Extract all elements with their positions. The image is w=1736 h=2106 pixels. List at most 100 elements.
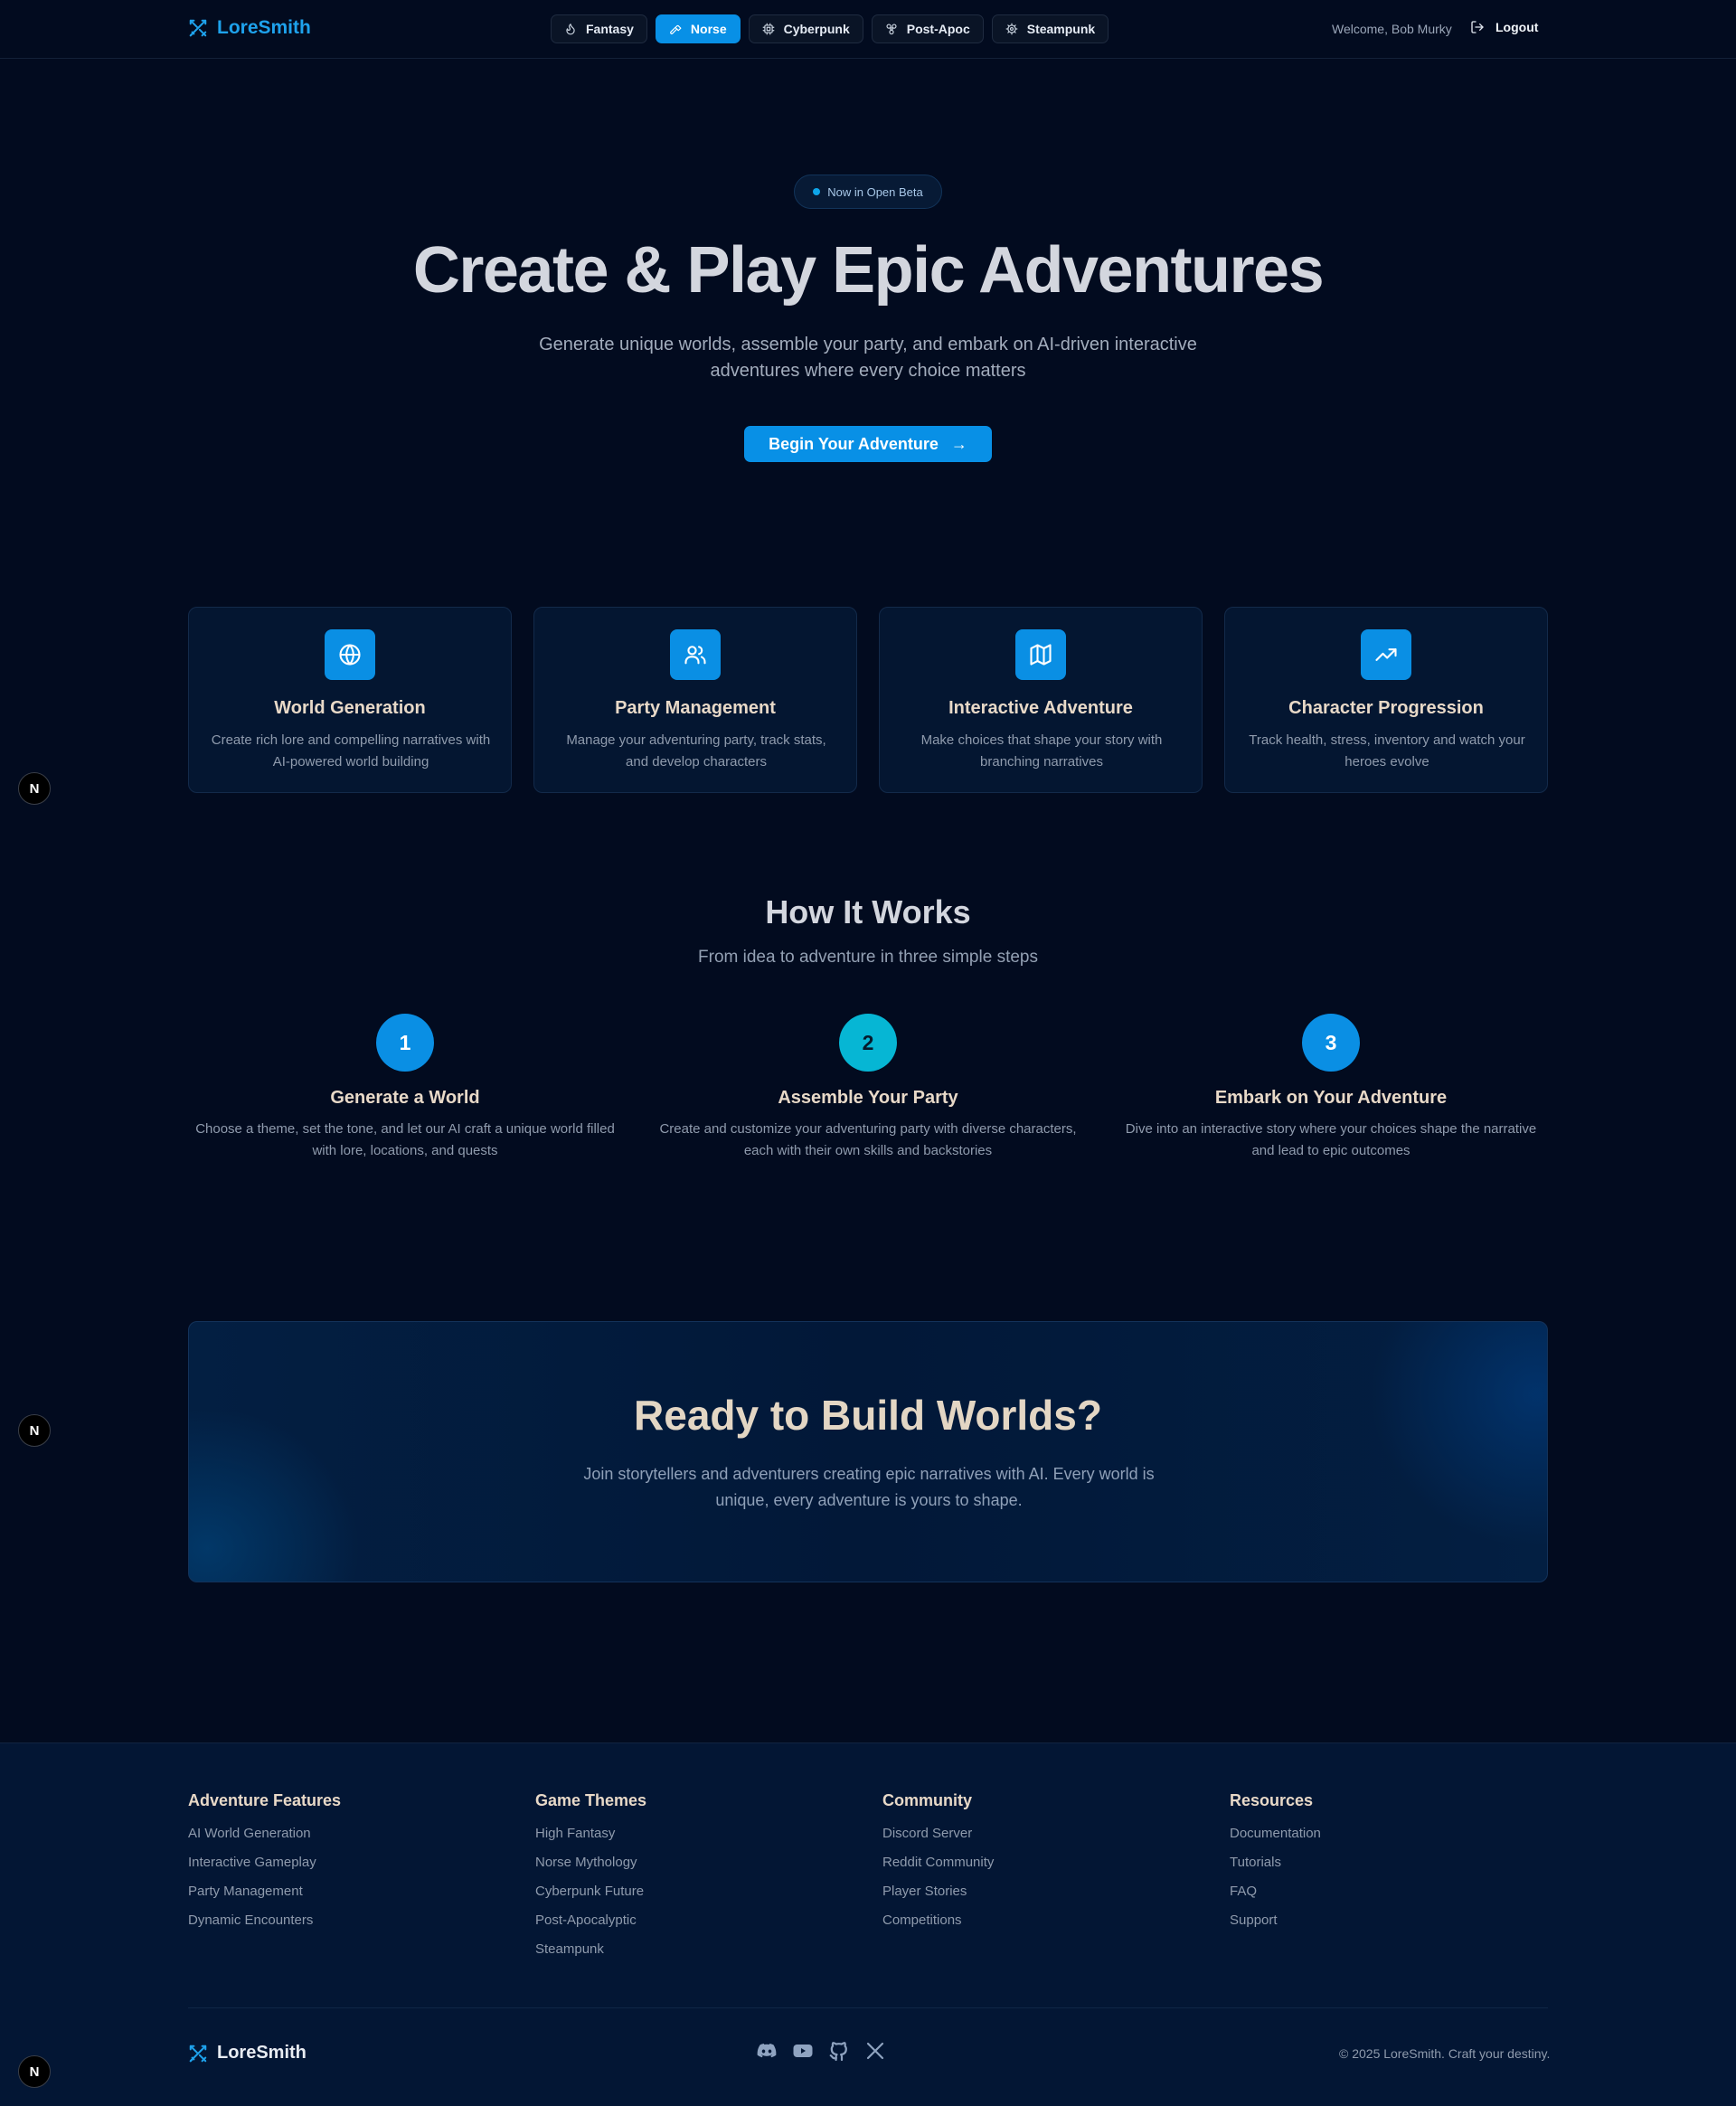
step-number-badge: 3 (1302, 1014, 1360, 1072)
footer-column-title: Game Themes (535, 1791, 647, 1809)
footer-link[interactable]: Post-Apocalyptic (535, 1912, 646, 1941)
top-navbar: LoreSmith Fantasy Norse Cyberpunk Post-A… (0, 0, 1736, 59)
youtube-link[interactable] (792, 2040, 814, 2062)
feature-description: Create rich lore and compelling narrativ… (211, 732, 491, 770)
arrow-right-icon: → (950, 434, 967, 453)
footer-column-game-themes: Game Themes High Fantasy Norse Mythology… (535, 1791, 646, 1969)
feature-description: Track health, stress, inventory and watc… (1249, 732, 1525, 770)
users-icon (684, 646, 706, 665)
footer-link[interactable]: Party Management (188, 1883, 341, 1912)
footer-link[interactable]: Norse Mythology (535, 1854, 646, 1883)
footer-link[interactable]: Player Stories (882, 1883, 994, 1912)
begin-adventure-label: Begin Your Adventure (769, 434, 939, 453)
biohazard-icon (886, 24, 897, 35)
feature-icon-box (1015, 629, 1066, 680)
social-links (756, 2040, 886, 2062)
logout-button[interactable]: Logout (1470, 20, 1538, 34)
feature-card-interactive-adventure: Interactive Adventure Make choices that … (879, 607, 1203, 793)
footer-link[interactable]: High Fantasy (535, 1825, 646, 1854)
footer-brand-name: LoreSmith (217, 2043, 307, 2063)
hammer-icon (670, 24, 682, 34)
beta-badge: Now in Open Beta (794, 175, 942, 209)
hero-title: Create & Play Epic Adventures (412, 234, 1325, 307)
cog-icon (1005, 23, 1018, 35)
step-description: Choose a theme, set the tone, and let ou… (195, 1121, 615, 1158)
footer-link[interactable]: Cyberpunk Future (535, 1883, 646, 1912)
brand-logo[interactable]: LoreSmith (188, 17, 311, 39)
theme-button-norse[interactable]: Norse (655, 14, 741, 43)
footer-column-resources: Resources Documentation Tutorials FAQ Su… (1230, 1791, 1321, 1941)
step-title: Generate a World (330, 1088, 480, 1108)
theme-button-post-apoc[interactable]: Post-Apoc (871, 14, 984, 43)
theme-label: Cyberpunk (783, 22, 850, 36)
footer-link[interactable]: AI World Generation (188, 1825, 341, 1854)
status-dot-icon (813, 188, 821, 195)
footer-link[interactable]: FAQ (1230, 1883, 1321, 1912)
footer-link[interactable]: Support (1230, 1912, 1321, 1941)
step-description: Create and customize your adventuring pa… (659, 1121, 1077, 1158)
copyright-text: © 2025 LoreSmith. Craft your destiny. (1339, 2046, 1551, 2061)
cta-banner: Ready to Build Worlds? Join storytellers… (188, 1321, 1548, 1582)
youtube-icon (793, 2045, 813, 2057)
feature-description: Make choices that shape your story with … (920, 732, 1163, 770)
footer-link[interactable]: Documentation (1230, 1825, 1321, 1854)
footer-link[interactable]: Dynamic Encounters (188, 1912, 341, 1941)
site-footer: Adventure Features AI World Generation I… (0, 1742, 1736, 2106)
footer-link[interactable]: Reddit Community (882, 1854, 994, 1883)
footer-column-community: Community Discord Server Reddit Communit… (882, 1791, 994, 1941)
step-title: Embark on Your Adventure (1214, 1088, 1448, 1108)
footer-link[interactable]: Tutorials (1230, 1854, 1321, 1883)
cpu-icon (762, 23, 775, 35)
crossed-swords-icon (189, 2045, 207, 2062)
footer-column-title: Adventure Features (188, 1791, 342, 1809)
theme-label: Steampunk (1026, 22, 1096, 36)
theme-button-fantasy[interactable]: Fantasy (551, 14, 647, 43)
beta-badge-label: Now in Open Beta (827, 184, 923, 199)
n-badge-button[interactable]: N (18, 1414, 51, 1447)
n-badge-button[interactable]: N (18, 772, 51, 805)
footer-divider (188, 2007, 1548, 2008)
feature-card-party-management: Party Management Manage your adventuring… (533, 607, 857, 793)
logout-icon (1471, 21, 1484, 33)
step-title: Assemble Your Party (778, 1088, 958, 1108)
discord-link[interactable] (756, 2040, 778, 2062)
x-icon (866, 2042, 884, 2060)
banner-text: Join storytellers and adventurers creati… (583, 1465, 1155, 1509)
brand-name: LoreSmith (217, 17, 311, 38)
how-it-works-subtitle: From idea to adventure in three simple s… (698, 948, 1038, 967)
footer-link[interactable]: Interactive Gameplay (188, 1854, 341, 1883)
footer-link[interactable]: Competitions (882, 1912, 994, 1941)
feature-title: Character Progression (1288, 698, 1484, 718)
begin-adventure-button[interactable]: Begin Your Adventure → (744, 426, 992, 462)
logout-label: Logout (1495, 20, 1539, 34)
theme-button-cyberpunk[interactable]: Cyberpunk (748, 14, 863, 43)
trending-up-icon (1375, 648, 1397, 661)
feature-card-world-generation: World Generation Create rich lore and co… (188, 607, 512, 793)
x-link[interactable] (864, 2040, 886, 2062)
welcome-text: Welcome, Bob Murky (1332, 22, 1452, 36)
feature-icon-box (1361, 629, 1411, 680)
github-link[interactable] (828, 2040, 850, 2062)
footer-column-title: Community (882, 1791, 972, 1809)
theme-label: Post-Apoc (906, 22, 970, 36)
footer-brand-logo[interactable]: LoreSmith (188, 2043, 307, 2064)
theme-button-steampunk[interactable]: Steampunk (991, 14, 1109, 43)
crossed-swords-icon (189, 19, 207, 37)
step-description: Dive into an interactive story where you… (1125, 1121, 1537, 1158)
map-icon (1030, 644, 1052, 666)
feature-icon-box (670, 629, 721, 680)
banner-title: Ready to Build Worlds? (634, 1392, 1102, 1439)
github-icon (829, 2042, 847, 2062)
hero-subtitle: Generate unique worlds, assemble your pa… (539, 335, 1197, 381)
feature-card-character-progression: Character Progression Track health, stre… (1224, 607, 1548, 793)
feature-title: Party Management (615, 698, 776, 718)
step-number-badge: 1 (376, 1014, 434, 1072)
feature-title: Interactive Adventure (948, 698, 1133, 718)
footer-link[interactable]: Steampunk (535, 1941, 646, 1969)
how-it-works-title: How It Works (765, 893, 971, 930)
discord-icon (757, 2044, 777, 2058)
footer-link[interactable]: Discord Server (882, 1825, 994, 1854)
feature-description: Manage your adventuring party, track sta… (566, 732, 826, 770)
n-badge-button[interactable]: N (18, 2055, 51, 2088)
footer-column-adventure-features: Adventure Features AI World Generation I… (188, 1791, 341, 1941)
